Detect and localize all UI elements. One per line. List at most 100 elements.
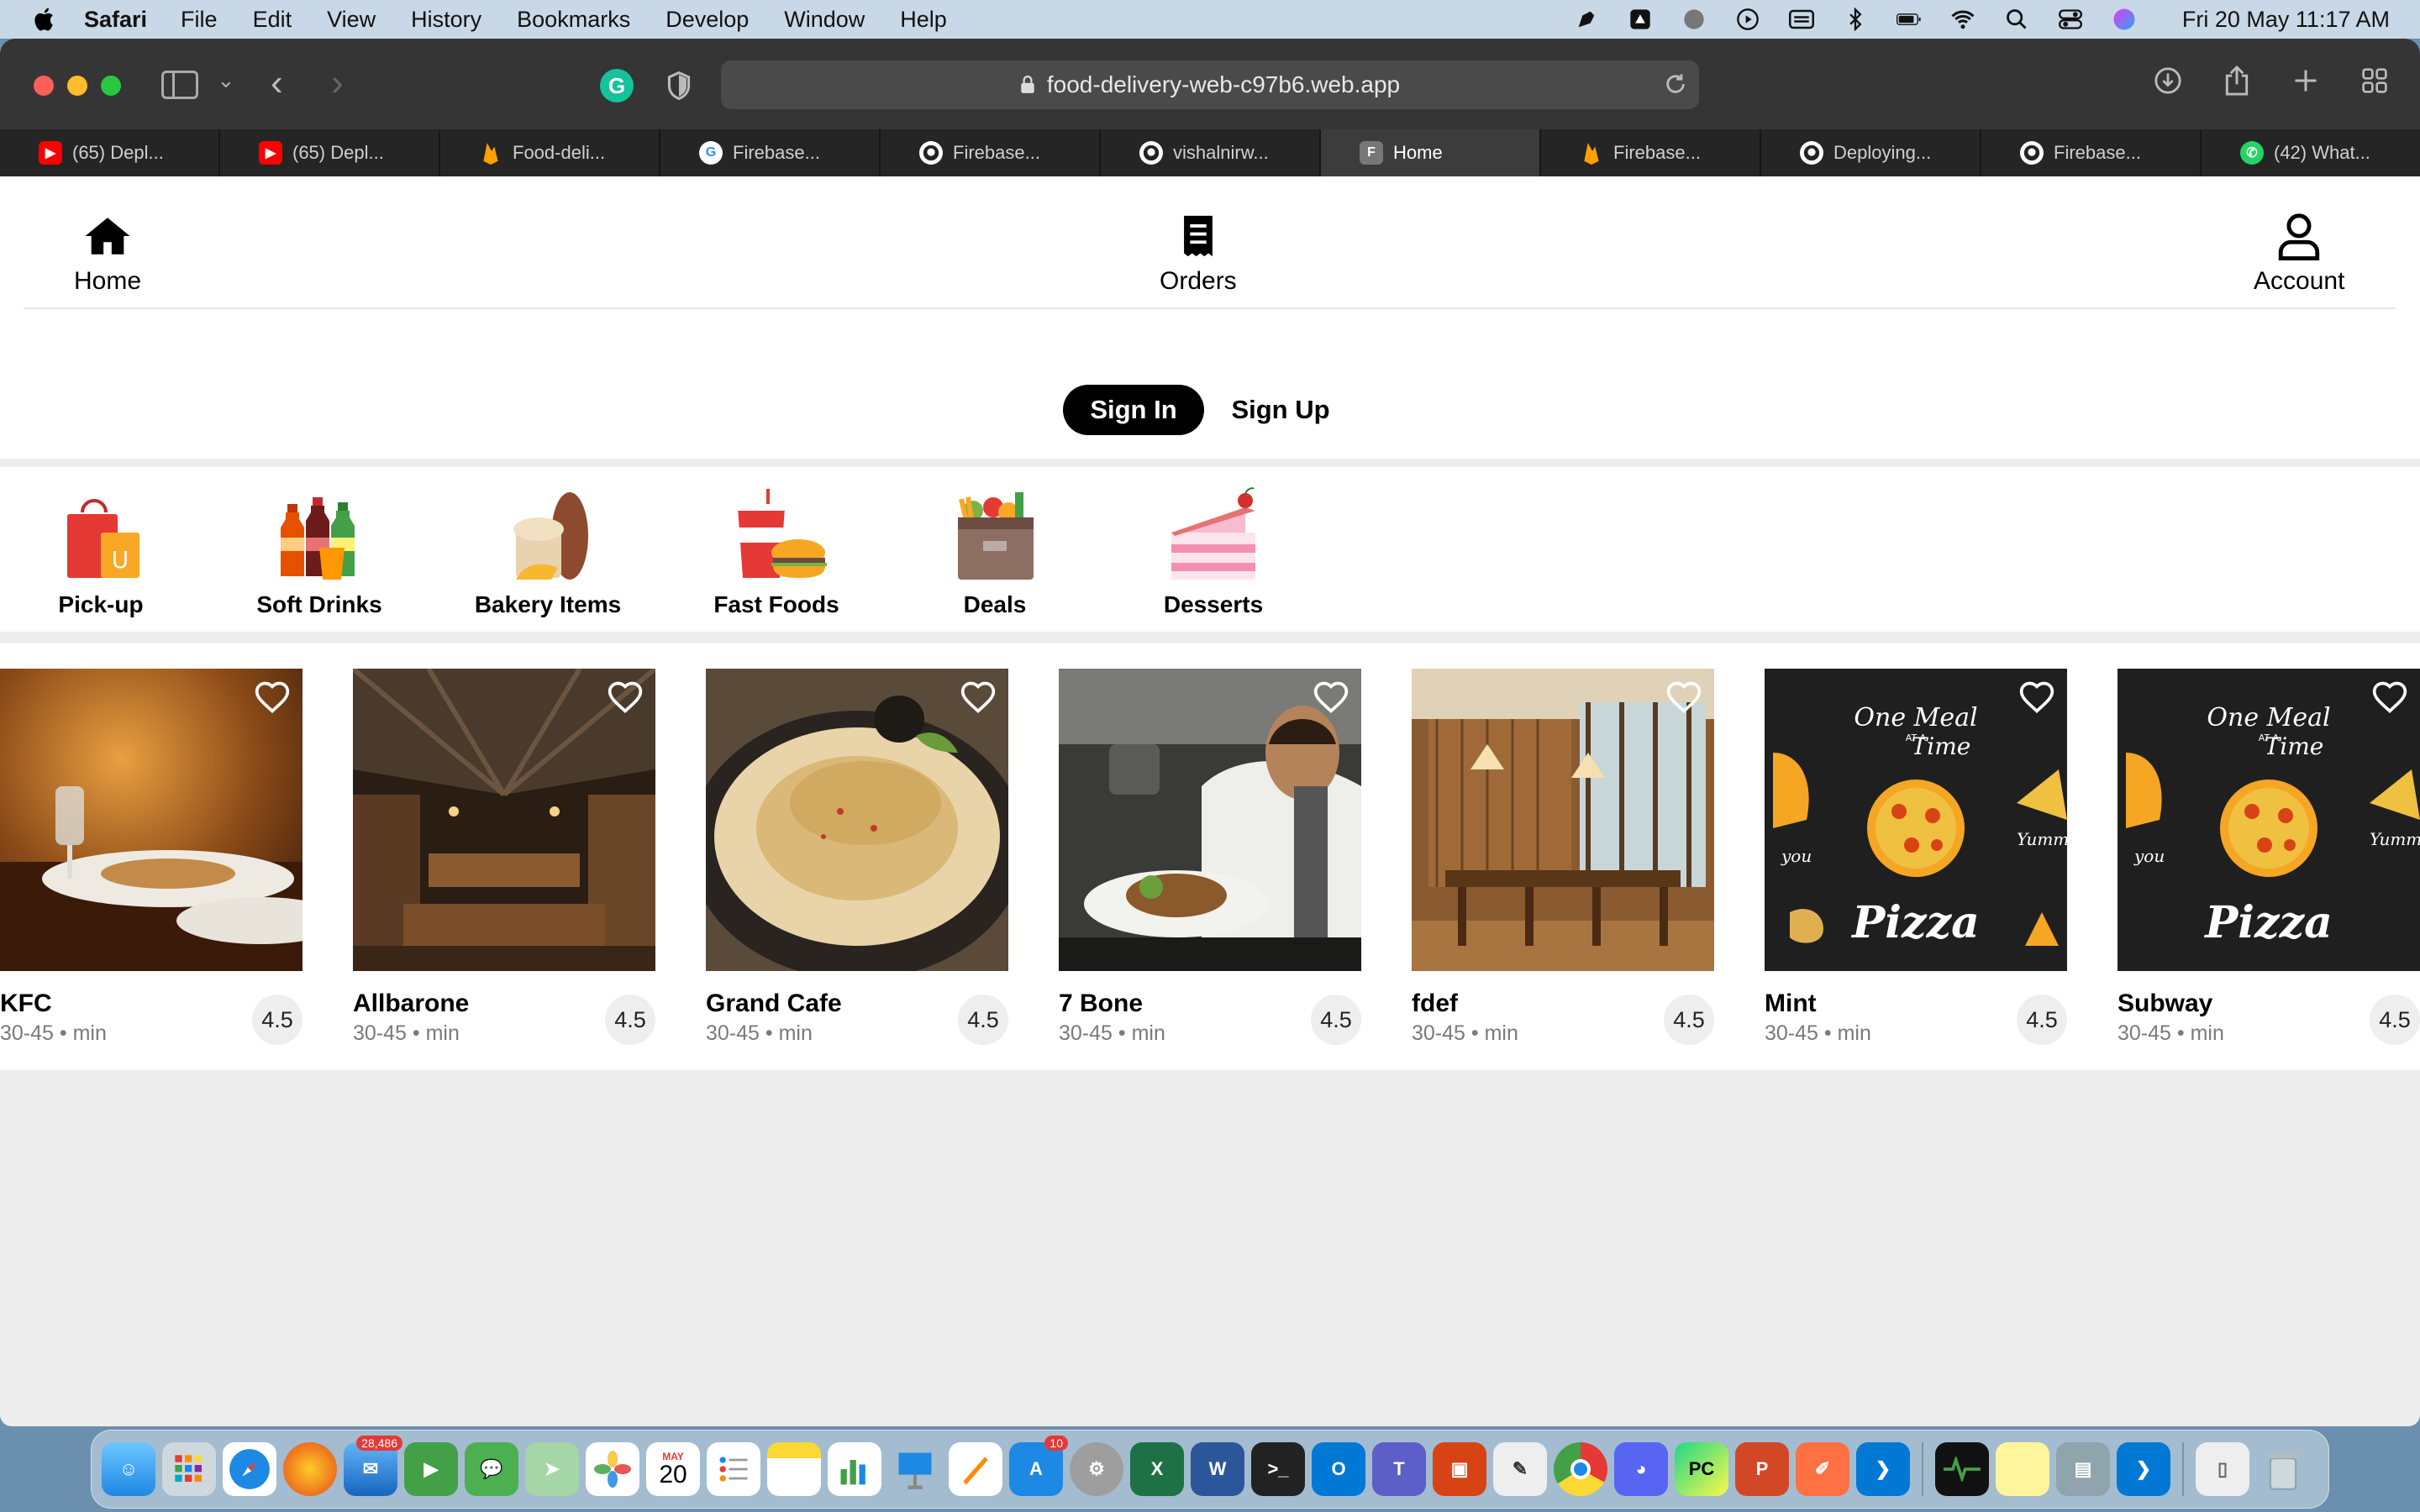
- facetime-icon[interactable]: ▶: [404, 1442, 458, 1496]
- discord-icon[interactable]: ◕: [1614, 1442, 1668, 1496]
- calendar-icon[interactable]: MAY 20: [646, 1442, 700, 1496]
- tab-overview-icon[interactable]: [2360, 64, 2390, 97]
- activity-monitor-icon[interactable]: [1935, 1442, 1989, 1496]
- browser-tab[interactable]: Firebase...: [881, 129, 1101, 176]
- excel-icon[interactable]: X: [1130, 1442, 1184, 1496]
- browser-tab[interactable]: ▶ (65) Depl...: [0, 129, 220, 176]
- menu-file[interactable]: File: [181, 7, 218, 33]
- browser-tab[interactable]: Food-deli...: [440, 129, 660, 176]
- terminal-icon[interactable]: >_: [1251, 1442, 1305, 1496]
- favorite-heart-icon[interactable]: [1665, 679, 1702, 716]
- browser-tab[interactable]: Firebase...: [1981, 129, 2202, 176]
- browser-tab[interactable]: ▶ (65) Depl...: [220, 129, 440, 176]
- restaurant-card[interactable]: KFC 30-45 • min 4.5: [0, 669, 302, 1046]
- messages-icon[interactable]: 💬: [465, 1442, 518, 1496]
- downloads-icon[interactable]: [2153, 64, 2183, 97]
- notes-icon[interactable]: [767, 1442, 821, 1496]
- keynote-icon[interactable]: [888, 1442, 942, 1496]
- pages-icon[interactable]: [949, 1442, 1002, 1496]
- stickies-icon[interactable]: [1996, 1442, 2049, 1496]
- drive-icon[interactable]: [1628, 7, 1653, 32]
- wifi-icon[interactable]: [1950, 7, 1975, 32]
- zoom-window-button[interactable]: [101, 76, 121, 96]
- restaurant-card[interactable]: fdef 30-45 • min 4.5: [1412, 669, 1714, 1046]
- globe-icon[interactable]: [1681, 7, 1707, 32]
- browser-tab[interactable]: Deploying...: [1761, 129, 1981, 176]
- share-icon[interactable]: [2222, 64, 2252, 97]
- photos-icon[interactable]: [586, 1442, 639, 1496]
- maps-icon[interactable]: ➤: [525, 1442, 579, 1496]
- favorite-heart-icon[interactable]: [960, 679, 997, 716]
- search-icon[interactable]: [2004, 7, 2029, 32]
- restaurant-card[interactable]: One Meal AT A Time Pizza Yummy you S: [2118, 669, 2420, 1046]
- mail-icon[interactable]: ✉ 28,486: [344, 1436, 402, 1496]
- favorite-heart-icon[interactable]: [1313, 679, 1349, 716]
- favorite-heart-icon[interactable]: [254, 679, 291, 716]
- new-tab-icon[interactable]: [2291, 64, 2321, 97]
- restaurant-card[interactable]: Allbarone 30-45 • min 4.5: [353, 669, 655, 1046]
- browser-tab[interactable]: ✆ (42) What...: [2202, 129, 2420, 176]
- forward-button[interactable]: ›: [331, 62, 344, 104]
- favorite-heart-icon[interactable]: [2371, 679, 2408, 716]
- category-pickup[interactable]: U Pick-up: [17, 487, 185, 618]
- sign-up-button[interactable]: Sign Up: [1213, 385, 1348, 435]
- category-deals[interactable]: Deals: [911, 487, 1079, 618]
- category-desserts[interactable]: Desserts: [1129, 487, 1297, 618]
- siri-icon[interactable]: [2112, 7, 2137, 32]
- nav-home[interactable]: Home: [74, 212, 141, 296]
- safari-icon[interactable]: [223, 1442, 276, 1496]
- chevron-down-icon[interactable]: ⌄: [217, 67, 235, 93]
- category-fast-foods[interactable]: Fast Foods: [692, 487, 860, 618]
- back-button[interactable]: ‹: [271, 62, 283, 104]
- reminders-icon[interactable]: [707, 1442, 760, 1496]
- nav-orders[interactable]: Orders: [1160, 212, 1237, 296]
- app-menu-safari[interactable]: Safari: [84, 7, 147, 33]
- menu-edit[interactable]: Edit: [253, 7, 292, 33]
- menu-window[interactable]: Window: [784, 7, 865, 33]
- browser-tab[interactable]: vishalnirw...: [1101, 129, 1321, 176]
- outlook-icon[interactable]: O: [1312, 1442, 1365, 1496]
- menu-develop[interactable]: Develop: [666, 7, 749, 33]
- menu-view[interactable]: View: [327, 7, 376, 33]
- vscode-icon[interactable]: ❯: [2117, 1442, 2170, 1496]
- menu-clock[interactable]: Fri 20 May 11:17 AM: [2182, 7, 2390, 33]
- pycharm-icon[interactable]: PC: [1675, 1442, 1728, 1496]
- battery-icon[interactable]: [1896, 7, 1922, 32]
- favorite-heart-icon[interactable]: [2018, 679, 2055, 716]
- trash-icon[interactable]: [2256, 1442, 2310, 1496]
- textedit-icon[interactable]: ✎: [1493, 1442, 1547, 1496]
- menu-history[interactable]: History: [411, 7, 481, 33]
- address-bar[interactable]: food-delivery-web-c97b6.web.app: [721, 60, 1699, 109]
- favorite-heart-icon[interactable]: [607, 679, 644, 716]
- vscode-icon[interactable]: ❯: [1856, 1442, 1910, 1496]
- minimize-window-button[interactable]: [67, 76, 87, 96]
- restaurant-card[interactable]: 7 Bone 30-45 • min 4.5: [1059, 669, 1361, 1046]
- nav-account[interactable]: Account: [2254, 212, 2344, 296]
- teams-icon[interactable]: T: [1372, 1442, 1426, 1496]
- menu-help[interactable]: Help: [900, 7, 947, 33]
- launchpad-icon[interactable]: [162, 1442, 216, 1496]
- browser-tab-active[interactable]: F Home: [1321, 129, 1541, 176]
- play-icon[interactable]: [1735, 7, 1760, 32]
- sidebar-toggle-icon[interactable]: [161, 71, 198, 99]
- restaurant-card[interactable]: One Meal AT A Time Pizza Yummy you: [1765, 669, 2067, 1046]
- preview-icon[interactable]: ▤: [2056, 1442, 2110, 1496]
- pen-icon[interactable]: [1574, 7, 1599, 32]
- settings-icon[interactable]: ⚙: [1070, 1442, 1123, 1496]
- powerpoint-icon[interactable]: P: [1735, 1442, 1789, 1496]
- menu-bookmarks[interactable]: Bookmarks: [517, 7, 630, 33]
- control-center-icon[interactable]: [2058, 7, 2083, 32]
- archive-icon[interactable]: ▯: [2196, 1442, 2249, 1496]
- browser-tab[interactable]: Firebase...: [1541, 129, 1761, 176]
- numbers-icon[interactable]: [828, 1442, 881, 1496]
- firefox-icon[interactable]: [283, 1442, 337, 1496]
- pen-app-icon[interactable]: ✐: [1796, 1442, 1849, 1496]
- chrome-icon[interactable]: [1554, 1442, 1607, 1496]
- bluetooth-icon[interactable]: [1843, 7, 1868, 32]
- keyboard-icon[interactable]: [1788, 7, 1814, 32]
- word-icon[interactable]: W: [1191, 1442, 1244, 1496]
- restaurant-card[interactable]: Grand Cafe 30-45 • min 4.5: [706, 669, 1008, 1046]
- category-bakery-items[interactable]: Bakery Items: [464, 487, 632, 618]
- appstore-icon[interactable]: A 10: [1009, 1436, 1068, 1496]
- reload-icon[interactable]: [1664, 72, 1687, 96]
